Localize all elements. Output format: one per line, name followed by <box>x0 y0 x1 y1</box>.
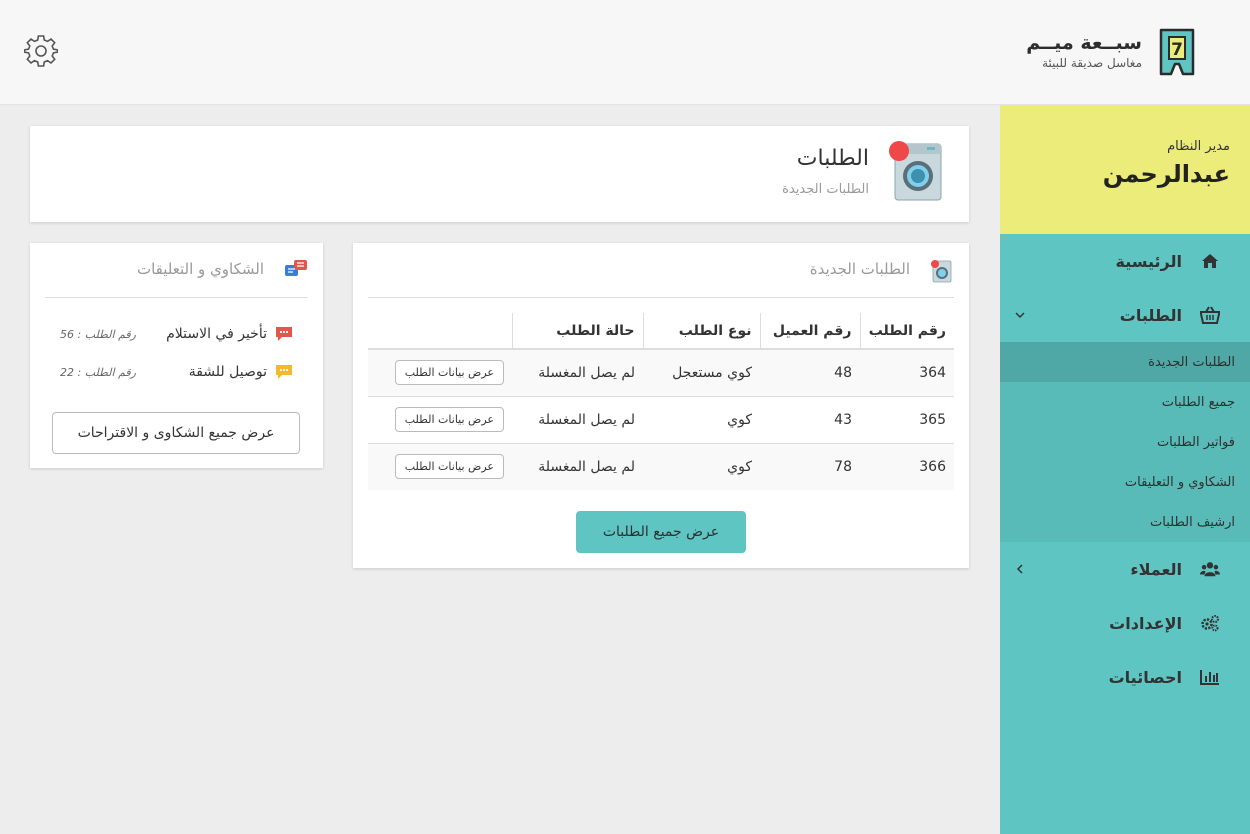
new-orders-card: الطلبات الجديدة رقم الطلب رقم العميل نوع… <box>353 243 969 568</box>
view-all-orders-button[interactable]: عرض جميع الطلبات <box>576 511 746 553</box>
cell-actions: عرض بيانات الطلب <box>368 395 512 443</box>
basket-icon <box>1200 305 1220 325</box>
cell-actions: عرض بيانات الطلب <box>368 348 512 396</box>
sidebar-item-home[interactable]: الرئيسية <box>1000 234 1250 288</box>
orders-table: رقم الطلب رقم العميل نوع الطلب حالة الطل… <box>368 313 954 490</box>
users-icon <box>1200 559 1220 579</box>
view-all-complaints-button[interactable]: عرض جميع الشكاوى و الاقتراحات <box>52 412 300 454</box>
cell-order-type: كوي <box>643 442 760 490</box>
sidebar-subitem-invoices[interactable]: فواتير الطلبات <box>1000 422 1250 462</box>
settings-gear-icon[interactable] <box>24 34 58 68</box>
complaint-item[interactable]: توصيل للشقة رقم الطلب : 22 <box>60 361 293 383</box>
cell-client-id: 78 <box>760 442 860 490</box>
cell-order-id: 364 <box>860 348 954 396</box>
user-box: مدير النظام عبدالرحمن <box>1000 105 1250 234</box>
cell-client-id: 48 <box>760 348 860 396</box>
cell-order-id: 366 <box>860 442 954 490</box>
col-order-type: نوع الطلب <box>642 313 760 350</box>
sidebar-item-orders[interactable]: الطلبات <box>1000 288 1250 342</box>
page-subtitle: الطلبات الجديدة <box>782 182 869 197</box>
washing-machine-small-icon <box>931 260 952 283</box>
sidebar-item-stats[interactable]: احصائيات <box>1000 650 1250 704</box>
cell-order-status: لم يصل المغسلة <box>512 395 643 443</box>
cell-order-status: لم يصل المغسلة <box>512 348 643 396</box>
cell-order-type: كوي <box>643 395 760 443</box>
sidebar-label-orders: الطلبات <box>1119 305 1182 325</box>
comment-icon <box>276 365 292 379</box>
home-icon <box>1200 251 1220 271</box>
complaints-card: الشكاوي و التعليقات تأخير في الاستلام رق… <box>30 243 323 468</box>
sidebar-item-settings[interactable]: الإعدادات <box>1000 596 1250 650</box>
sidebar-item-clients[interactable]: العملاء <box>1000 542 1250 596</box>
cell-order-status: لم يصل المغسلة <box>512 442 643 490</box>
sidebar-subitem-new-orders[interactable]: الطلبات الجديدة <box>1000 342 1250 382</box>
page-title: الطلبات <box>796 146 869 171</box>
washing-machine-icon <box>889 141 942 201</box>
col-actions <box>368 313 512 350</box>
table-row: 364 48 كوي مستعجل لم يصل المغسلة عرض بيا… <box>368 348 954 396</box>
bar-chart-icon <box>1200 667 1220 687</box>
page-header-card: الطلبات الطلبات الجديدة <box>30 126 969 222</box>
new-orders-card-title: الطلبات الجديدة <box>809 260 910 278</box>
cell-actions: عرض بيانات الطلب <box>368 442 512 490</box>
col-order-status: حالة الطلب <box>511 313 643 350</box>
view-order-button[interactable]: عرض بيانات الطلب <box>394 360 504 386</box>
table-row: 365 43 كوي لم يصل المغسلة عرض بيانات الط… <box>368 395 954 443</box>
user-role: مدير النظام <box>1167 139 1230 154</box>
chevron-down-icon[interactable] <box>1014 309 1026 321</box>
complaint-text: تأخير في الاستلام <box>166 326 267 342</box>
view-order-button[interactable]: عرض بيانات الطلب <box>394 407 504 432</box>
view-order-button[interactable]: عرض بيانات الطلب <box>394 454 504 480</box>
complaint-order-number: رقم الطلب : 56 <box>60 327 136 341</box>
sidebar-label-clients: العملاء <box>1130 559 1182 579</box>
chevron-left-icon[interactable] <box>1014 563 1026 575</box>
sidebar-label-stats: احصائيات <box>1108 667 1182 687</box>
comment-icon <box>276 327 292 341</box>
top-header: 7 سبــعة ميــم مغاسل صديقة للبيئة <box>0 0 1250 105</box>
sidebar-label-settings: الإعدادات <box>1109 613 1182 633</box>
alert-dot <box>889 141 909 161</box>
brand: سبــعة ميــم مغاسل صديقة للبيئة <box>1026 32 1142 70</box>
sidebar-subitem-all-orders[interactable]: جميع الطلبات <box>1000 382 1250 422</box>
complaint-item[interactable]: تأخير في الاستلام رقم الطلب : 56 <box>60 323 293 345</box>
col-order-id: رقم الطلب <box>859 313 954 350</box>
sidebar: مدير النظام عبدالرحمن الرئيسية الطلبات ا… <box>1000 105 1250 834</box>
sidebar-subitem-archive[interactable]: ارشيف الطلبات <box>1000 502 1250 542</box>
complaint-text: توصيل للشقة <box>188 364 267 380</box>
complaint-order-number: رقم الطلب : 22 <box>60 365 136 379</box>
sidebar-subitem-complaints[interactable]: الشكاوي و التعليقات <box>1000 462 1250 502</box>
logo-digit: 7 <box>1171 40 1183 60</box>
col-client-id: رقم العميل <box>759 313 860 350</box>
cell-order-id: 365 <box>860 395 954 443</box>
cogs-icon <box>1200 613 1220 633</box>
brand-tagline: مغاسل صديقة للبيئة <box>1042 56 1142 70</box>
chat-bubbles-icon <box>285 260 307 276</box>
brand-logo: 7 <box>1159 28 1195 76</box>
new-orders-card-header: الطلبات الجديدة <box>368 243 954 298</box>
cell-order-type: كوي مستعجل <box>643 348 760 396</box>
table-row: 366 78 كوي لم يصل المغسلة عرض بيانات الط… <box>368 442 954 490</box>
orders-submenu: الطلبات الجديدة جميع الطلبات فواتير الطل… <box>1000 342 1250 542</box>
cell-client-id: 43 <box>760 395 860 443</box>
sidebar-label-home: الرئيسية <box>1115 251 1183 271</box>
complaints-card-title: الشكاوي و التعليقات <box>136 260 264 278</box>
complaints-card-header: الشكاوي و التعليقات <box>45 243 308 298</box>
brand-name: سبــعة ميــم <box>1026 32 1142 54</box>
user-name: عبدالرحمن <box>1102 160 1230 188</box>
